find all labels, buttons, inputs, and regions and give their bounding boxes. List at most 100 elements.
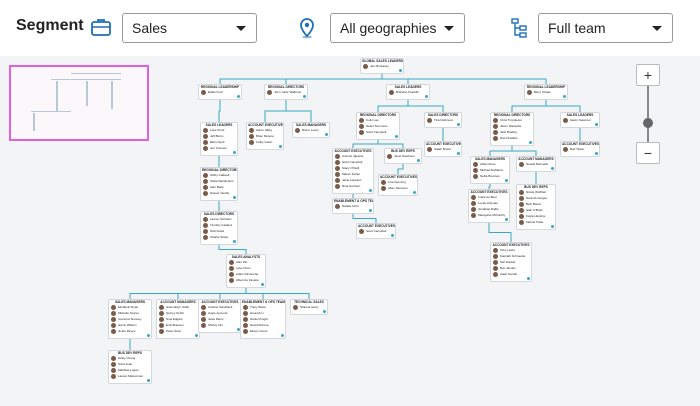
- person-row[interactable]: Newell Marmalis: [517, 162, 555, 168]
- expand-dot-icon[interactable]: [527, 277, 530, 280]
- person-row[interactable]: Natalie Orrin: [333, 204, 373, 210]
- expand-dot-icon[interactable]: [395, 135, 398, 138]
- org-node-root[interactable]: GLOBAL SALES LEADERSHIP Joe Montaney: [360, 58, 404, 74]
- zoom-slider[interactable]: [643, 86, 653, 142]
- person-row[interactable]: Isaiah Brown: [425, 147, 461, 153]
- org-node-ae9[interactable]: ACCOUNT EXECUTIVES Andrew Sandback Angie A…: [198, 299, 242, 333]
- org-node-rd1[interactable]: REGIONAL DIRECTORS John 'Jack' Walbrow: [264, 84, 308, 100]
- team-select[interactable]: Full team: [538, 13, 673, 43]
- expand-dot-icon[interactable]: [147, 379, 150, 382]
- org-node-rd3[interactable]: REGIONAL DIRECTORS Chris Troppleton Jason …: [490, 112, 534, 146]
- expand-dot-icon[interactable]: [595, 152, 598, 155]
- org-node-ae4[interactable]: ACCOUNT EXECUTIVES Isaiah Brown: [424, 141, 462, 157]
- org-node-en1[interactable]: ENABLEMENT & OPS TEAM Natalie Orrin: [332, 198, 374, 214]
- org-node-sl1[interactable]: SALES LEADERS Brandon Franklin: [386, 84, 430, 100]
- org-chart-canvas[interactable]: GLOBAL SALES LEADERSHIP Joe Montaney REGIO…: [0, 56, 700, 406]
- person-row[interactable]: Gavin Newman: [561, 118, 599, 124]
- expand-dot-icon[interactable]: [261, 283, 264, 286]
- org-node-sd2[interactable]: SALES DIRECTORS Lauren Schwarz Timothy Gas…: [200, 211, 238, 245]
- geography-select[interactable]: All geographies: [330, 13, 465, 43]
- expand-dot-icon[interactable]: [233, 240, 236, 243]
- org-node-sm1[interactable]: SALES MANAGERS Bruno Lowry: [292, 122, 330, 138]
- person-row[interactable]: Bud Tinker: [561, 147, 599, 153]
- org-node-ae1[interactable]: ACCOUNT EXECUTIVES Aaron Hilley Brian More…: [246, 122, 284, 150]
- zoom-in-button[interactable]: +: [636, 64, 660, 86]
- expand-dot-icon[interactable]: [233, 196, 236, 199]
- expand-dot-icon[interactable]: [281, 334, 284, 337]
- org-node-ae8[interactable]: ACCOUNT EXECUTIVES Toby Lewis Kamilah Schr…: [490, 242, 532, 282]
- expand-dot-icon[interactable]: [233, 151, 236, 154]
- expand-dot-icon[interactable]: [195, 334, 198, 337]
- person-row[interactable]: Marina Tuttle: [517, 220, 555, 226]
- segment-select[interactable]: Sales: [122, 13, 257, 43]
- expand-dot-icon[interactable]: [457, 152, 460, 155]
- zoom-out-button[interactable]: −: [636, 142, 660, 164]
- expand-dot-icon[interactable]: [369, 209, 372, 212]
- org-node-rd2[interactable]: REGIONAL DIRECTORS Colin Lau Helen Summers…: [356, 112, 400, 140]
- person-row[interactable]: Scott Campbell: [357, 229, 395, 235]
- person-row[interactable]: Eddie Ford: [199, 90, 241, 96]
- person-row[interactable]: Rina Harrison: [333, 184, 373, 190]
- person-row[interactable]: Nat O'Hollins: [491, 136, 533, 142]
- expand-dot-icon[interactable]: [529, 141, 532, 144]
- person-row[interactable]: Tina Robinson: [425, 118, 461, 124]
- expand-dot-icon[interactable]: [369, 189, 372, 192]
- expand-dot-icon[interactable]: [595, 123, 598, 126]
- org-node-sl3[interactable]: SALES LEADERS Gavin Newman: [560, 112, 600, 128]
- person-row[interactable]: Joe Montaney: [361, 64, 403, 70]
- expand-dot-icon[interactable]: [425, 95, 428, 98]
- expand-dot-icon[interactable]: [457, 123, 460, 126]
- org-node-bd3[interactable]: BUS DEV REPS Haley Cheng Scott Jean Matthia…: [108, 350, 152, 384]
- org-node-am2[interactable]: ACCOUNT MANAGERS Gwendolyn Odell Quincy Sm…: [156, 299, 200, 339]
- org-node-rd4[interactable]: REGIONAL DIRECTORS Gibby Cadwell Stella Wa…: [200, 167, 238, 201]
- person-row[interactable]: Jimbo Reyes: [109, 329, 151, 335]
- expand-dot-icon[interactable]: [279, 145, 282, 148]
- expand-dot-icon[interactable]: [323, 310, 326, 313]
- person-row[interactable]: Lauren Matsumoto: [109, 374, 151, 380]
- expand-dot-icon[interactable]: [505, 218, 508, 221]
- expand-dot-icon[interactable]: [391, 234, 394, 237]
- org-node-sa1[interactable]: SALES ANALYSTS Alan Wu Luke Chan Adam Diman…: [226, 254, 266, 288]
- org-node-sl2[interactable]: SALES LEADERS Luke Pond Jeff Burns Ellen Dy…: [200, 122, 238, 156]
- person-row[interactable]: Barry Tobias: [525, 90, 567, 96]
- person-row[interactable]: Charlie Sharp: [201, 235, 237, 241]
- person-row[interactable]: Shirley Fitz: [199, 323, 241, 329]
- person-row[interactable]: Allan Jameson: [379, 186, 417, 192]
- person-row[interactable]: Nellie Brennan: [471, 174, 509, 180]
- person-row[interactable]: Bruno Lowry: [293, 128, 329, 134]
- org-node-rl2[interactable]: REGIONAL LEADERSHIP Barry Tobias: [524, 84, 568, 100]
- org-node-ae6[interactable]: ACCOUNT EXECUTIVES Frank de Beer Lucas Lil…: [468, 189, 510, 223]
- expand-dot-icon[interactable]: [399, 69, 402, 72]
- org-node-bd1[interactable]: BUS DEV REPS Janet Stephens: [384, 148, 422, 164]
- org-node-ae2[interactable]: ACCOUNT EXECUTIVES Antonio Iglesius Scott …: [332, 148, 374, 194]
- person-row[interactable]: Jen Jimenez: [201, 146, 237, 152]
- org-node-en2[interactable]: ENABLEMENT & OPS TEAM Tracy Wiest Hannah L…: [240, 299, 286, 339]
- person-row[interactable]: John 'Jack' Walbrow: [265, 90, 307, 96]
- zoom-slider-handle[interactable]: [643, 118, 653, 128]
- expand-dot-icon[interactable]: [417, 159, 420, 162]
- expand-dot-icon[interactable]: [325, 133, 328, 136]
- person-row[interactable]: Colby Gavin: [247, 140, 283, 146]
- org-node-am1[interactable]: ACCOUNT MANAGERS Newell Marmalis: [516, 156, 556, 172]
- person-row[interactable]: Brandon Franklin: [387, 90, 429, 96]
- org-node-sm3[interactable]: SALES MANAGERS Elizabeth Ryan Michelle Tan…: [108, 299, 152, 339]
- org-node-ae5[interactable]: ACCOUNT EXECUTIVES Bud Tinker: [560, 141, 600, 157]
- expand-dot-icon[interactable]: [147, 334, 150, 337]
- expand-dot-icon[interactable]: [551, 167, 554, 170]
- expand-dot-icon[interactable]: [551, 225, 554, 228]
- person-row[interactable]: Marsgaret McCarthy: [469, 213, 509, 219]
- person-row[interactable]: Shauna Gehy: [291, 305, 327, 311]
- expand-dot-icon[interactable]: [303, 95, 306, 98]
- person-row[interactable]: Ebony Gross: [241, 329, 285, 335]
- expand-dot-icon[interactable]: [563, 95, 566, 98]
- expand-dot-icon[interactable]: [413, 191, 416, 194]
- org-node-ae7[interactable]: ACCOUNT EXECUTIVES Scott Campbell: [356, 223, 396, 239]
- expand-dot-icon[interactable]: [505, 179, 508, 182]
- org-node-sm2[interactable]: SALES MANAGERS Lillian Rose Michael DeMarc…: [470, 156, 510, 184]
- person-row[interactable]: Nasser Neville: [201, 191, 237, 197]
- person-row[interactable]: Peter Scott: [157, 329, 199, 335]
- org-node-rl1[interactable]: REGIONAL LEADERSHIP Eddie Ford: [198, 84, 242, 100]
- expand-dot-icon[interactable]: [237, 95, 240, 98]
- org-node-sd1[interactable]: SALES DIRECTORS Tina Robinson: [424, 112, 462, 128]
- org-node-ts1[interactable]: TECHNICAL SALES Shauna Gehy: [290, 299, 328, 315]
